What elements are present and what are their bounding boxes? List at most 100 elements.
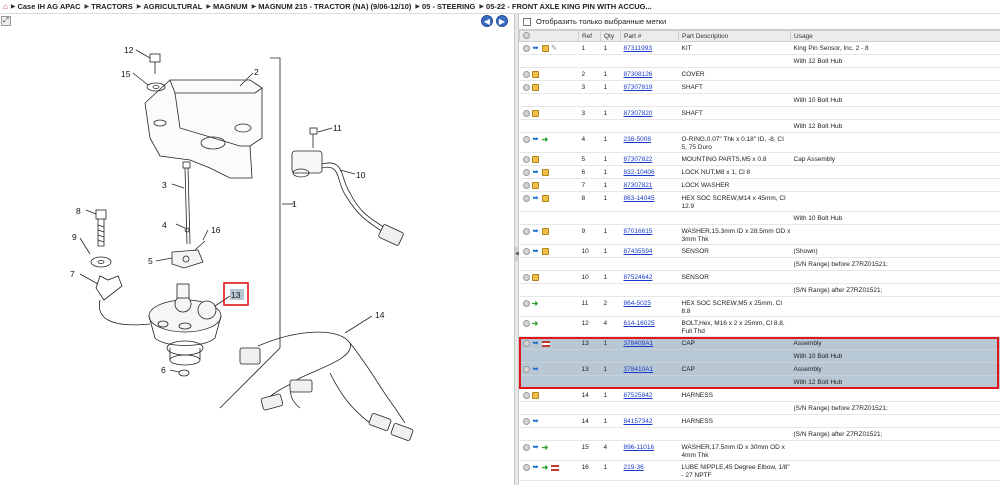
table-row[interactable]: (S/N Range) after Z7RZ01521; [519, 427, 1000, 441]
view-details-icon[interactable] [522, 444, 530, 451]
info-icon[interactable]: ➥ [532, 169, 540, 176]
part-number-link[interactable]: 219-36 [624, 464, 644, 471]
cell-part-number[interactable]: 87311993 [620, 41, 679, 55]
table-row[interactable]: 14 1 87525842 HARNESS [519, 388, 1000, 402]
table-row[interactable]: With 10 Bolt Hub [519, 349, 1000, 363]
table-row[interactable]: 5 1 87307822 MOUNTING PARTS,M5 x 0.8 Cap Ass… [519, 152, 1000, 166]
flag-icon[interactable] [541, 340, 550, 347]
table-row[interactable]: 3 1 87307819 SHAFT [519, 80, 1000, 94]
table-row[interactable]: ➥ 13 1 378410A1 CAP Assembly [519, 362, 1000, 376]
breadcrumb-item[interactable]: MAGNUM 215 - TRACTOR (NA) (9/06-12/10) [258, 2, 411, 11]
cell-part-number[interactable]: 87525842 [620, 388, 679, 402]
part-number-link[interactable]: 832-10406 [624, 169, 655, 176]
table-row[interactable]: With 10 Bolt Hub [519, 211, 1000, 225]
part-number-link[interactable]: 87307820 [624, 110, 653, 117]
info-icon[interactable]: ➥ [532, 136, 540, 143]
part-number-link[interactable]: 378410A1 [624, 366, 654, 373]
callout-label[interactable]: 4 [162, 220, 167, 230]
cell-part-number[interactable]: 87307821 [620, 178, 679, 192]
part-number-link[interactable]: 87525842 [624, 392, 653, 399]
cell-part-number[interactable]: 238-5008 [620, 132, 679, 153]
table-row[interactable]: With 10 Bolt Hub [519, 93, 1000, 107]
view-details-icon[interactable] [522, 228, 530, 235]
view-details-icon[interactable] [522, 418, 530, 425]
info-icon[interactable]: ➥ [532, 464, 540, 471]
part-number-link[interactable]: 864-5025 [624, 300, 651, 307]
table-row[interactable]: ➥ 9 1 87016615 WASHER,15.3mm ID x 28.5mm OD … [519, 224, 1000, 245]
part-number-link[interactable]: 87524642 [624, 274, 653, 281]
part-number-link[interactable]: 863-14045 [624, 195, 655, 202]
view-details-icon[interactable] [522, 340, 530, 347]
go-arrow-icon[interactable]: ➜ [542, 136, 549, 144]
cell-part-number[interactable]: 832-10406 [620, 165, 679, 179]
show-selected-only-checkbox[interactable] [523, 17, 531, 26]
go-arrow-icon[interactable]: ➜ [532, 300, 539, 308]
fit-to-window-icon[interactable]: ⤢ [1, 16, 11, 26]
next-page-button[interactable]: ▶ [496, 15, 508, 27]
breadcrumb-item[interactable]: Case IH AG APAC [17, 2, 80, 11]
callout-label[interactable]: 12 [124, 45, 134, 55]
callout-label[interactable]: 2 [254, 67, 259, 77]
view-details-icon[interactable] [522, 182, 530, 189]
table-row[interactable]: With 12 Bolt Hub [519, 54, 1000, 68]
package-icon[interactable] [541, 248, 549, 255]
package-icon[interactable] [541, 45, 549, 52]
table-row[interactable]: 3 1 87307820 SHAFT [519, 106, 1000, 120]
package-icon[interactable] [531, 392, 539, 399]
callout-label[interactable]: 1 [292, 199, 297, 209]
table-row[interactable]: ➥ ✎ 1 1 87311993 KIT King Pin Sensor, Inc. 2 -… [519, 41, 1000, 55]
go-arrow-icon[interactable]: ➜ [542, 464, 549, 472]
callout-label[interactable]: 10 [356, 170, 366, 180]
home-icon[interactable]: ⌂ [3, 2, 8, 11]
select-all-header[interactable] [519, 30, 579, 42]
cell-part-number[interactable]: 87308126 [620, 67, 679, 81]
cell-part-number[interactable]: 87307819 [620, 80, 679, 94]
package-icon[interactable] [531, 84, 539, 91]
callout-label[interactable]: 14 [375, 310, 385, 320]
view-details-icon[interactable] [522, 274, 530, 281]
info-icon[interactable]: ➥ [532, 45, 540, 52]
cell-part-number[interactable]: 84157342 [620, 414, 679, 428]
table-row[interactable]: (S/N Range) before Z7RZ01521; [519, 401, 1000, 415]
view-details-icon[interactable] [522, 156, 530, 163]
go-arrow-icon[interactable]: ➜ [542, 444, 549, 452]
callout-label[interactable]: 16 [211, 225, 221, 235]
cell-part-number[interactable]: 378410A1 [620, 362, 679, 376]
table-row[interactable]: ➥ 10 1 87435594 SENSOR (Shown) [519, 244, 1000, 258]
table-row[interactable]: ➥ ➜ 4 1 238-5008 O-RING,0.07" Thk x 0.18" ID,… [519, 132, 1000, 153]
callout-label[interactable]: 8 [76, 206, 81, 216]
cell-part-number[interactable]: 864-5025 [620, 296, 679, 317]
wrench-icon[interactable]: ✎ [551, 45, 558, 52]
package-icon[interactable] [541, 169, 549, 176]
info-icon[interactable]: ➥ [532, 248, 540, 255]
package-icon[interactable] [531, 156, 539, 163]
table-row[interactable]: ➥ 8 1 863-14045 HEX SOC SCREW,M14 x 45mm, Cl… [519, 191, 1000, 212]
table-row[interactable]: With 12 Bolt Hub [519, 119, 1000, 133]
cell-part-number[interactable]: 87524642 [620, 270, 679, 284]
package-icon[interactable] [541, 195, 549, 202]
view-details-icon[interactable] [522, 366, 530, 373]
package-icon[interactable] [531, 182, 539, 189]
table-row[interactable]: ➥ 6 1 832-10406 LOCK NUT,M8 x 1, Cl 8 [519, 165, 1000, 179]
part-number-link[interactable]: 614-16025 [624, 320, 655, 327]
callout-label[interactable]: 6 [161, 365, 166, 375]
package-icon[interactable] [531, 274, 539, 281]
cell-part-number[interactable]: 87307820 [620, 106, 679, 120]
callout-label-selected[interactable]: 13 [231, 290, 241, 300]
part-number-link[interactable]: 87307819 [624, 84, 653, 91]
info-icon[interactable]: ➥ [532, 418, 540, 425]
cell-part-number[interactable]: 614-16025 [620, 316, 679, 337]
table-row[interactable]: ➜ 12 4 614-16025 BOLT,Hex, M16 x 2 x 25mm, C… [519, 316, 1000, 337]
part-number-link[interactable]: 87307821 [624, 182, 653, 189]
part-number-link[interactable]: 378409A1 [624, 340, 654, 347]
expand-icon[interactable] [523, 32, 530, 40]
table-row[interactable]: With 12 Bolt Hub [519, 375, 1000, 389]
info-icon[interactable]: ➥ [532, 444, 540, 451]
view-details-icon[interactable] [522, 248, 530, 255]
breadcrumb-item[interactable]: TRACTORS [91, 2, 133, 11]
cell-part-number[interactable]: 896-11016 [620, 440, 679, 461]
part-number-link[interactable]: 87308126 [624, 71, 653, 78]
callout-label[interactable]: 9 [72, 232, 77, 242]
part-number-link[interactable]: 84157342 [624, 418, 653, 425]
callout-label[interactable]: 15 [121, 69, 131, 79]
